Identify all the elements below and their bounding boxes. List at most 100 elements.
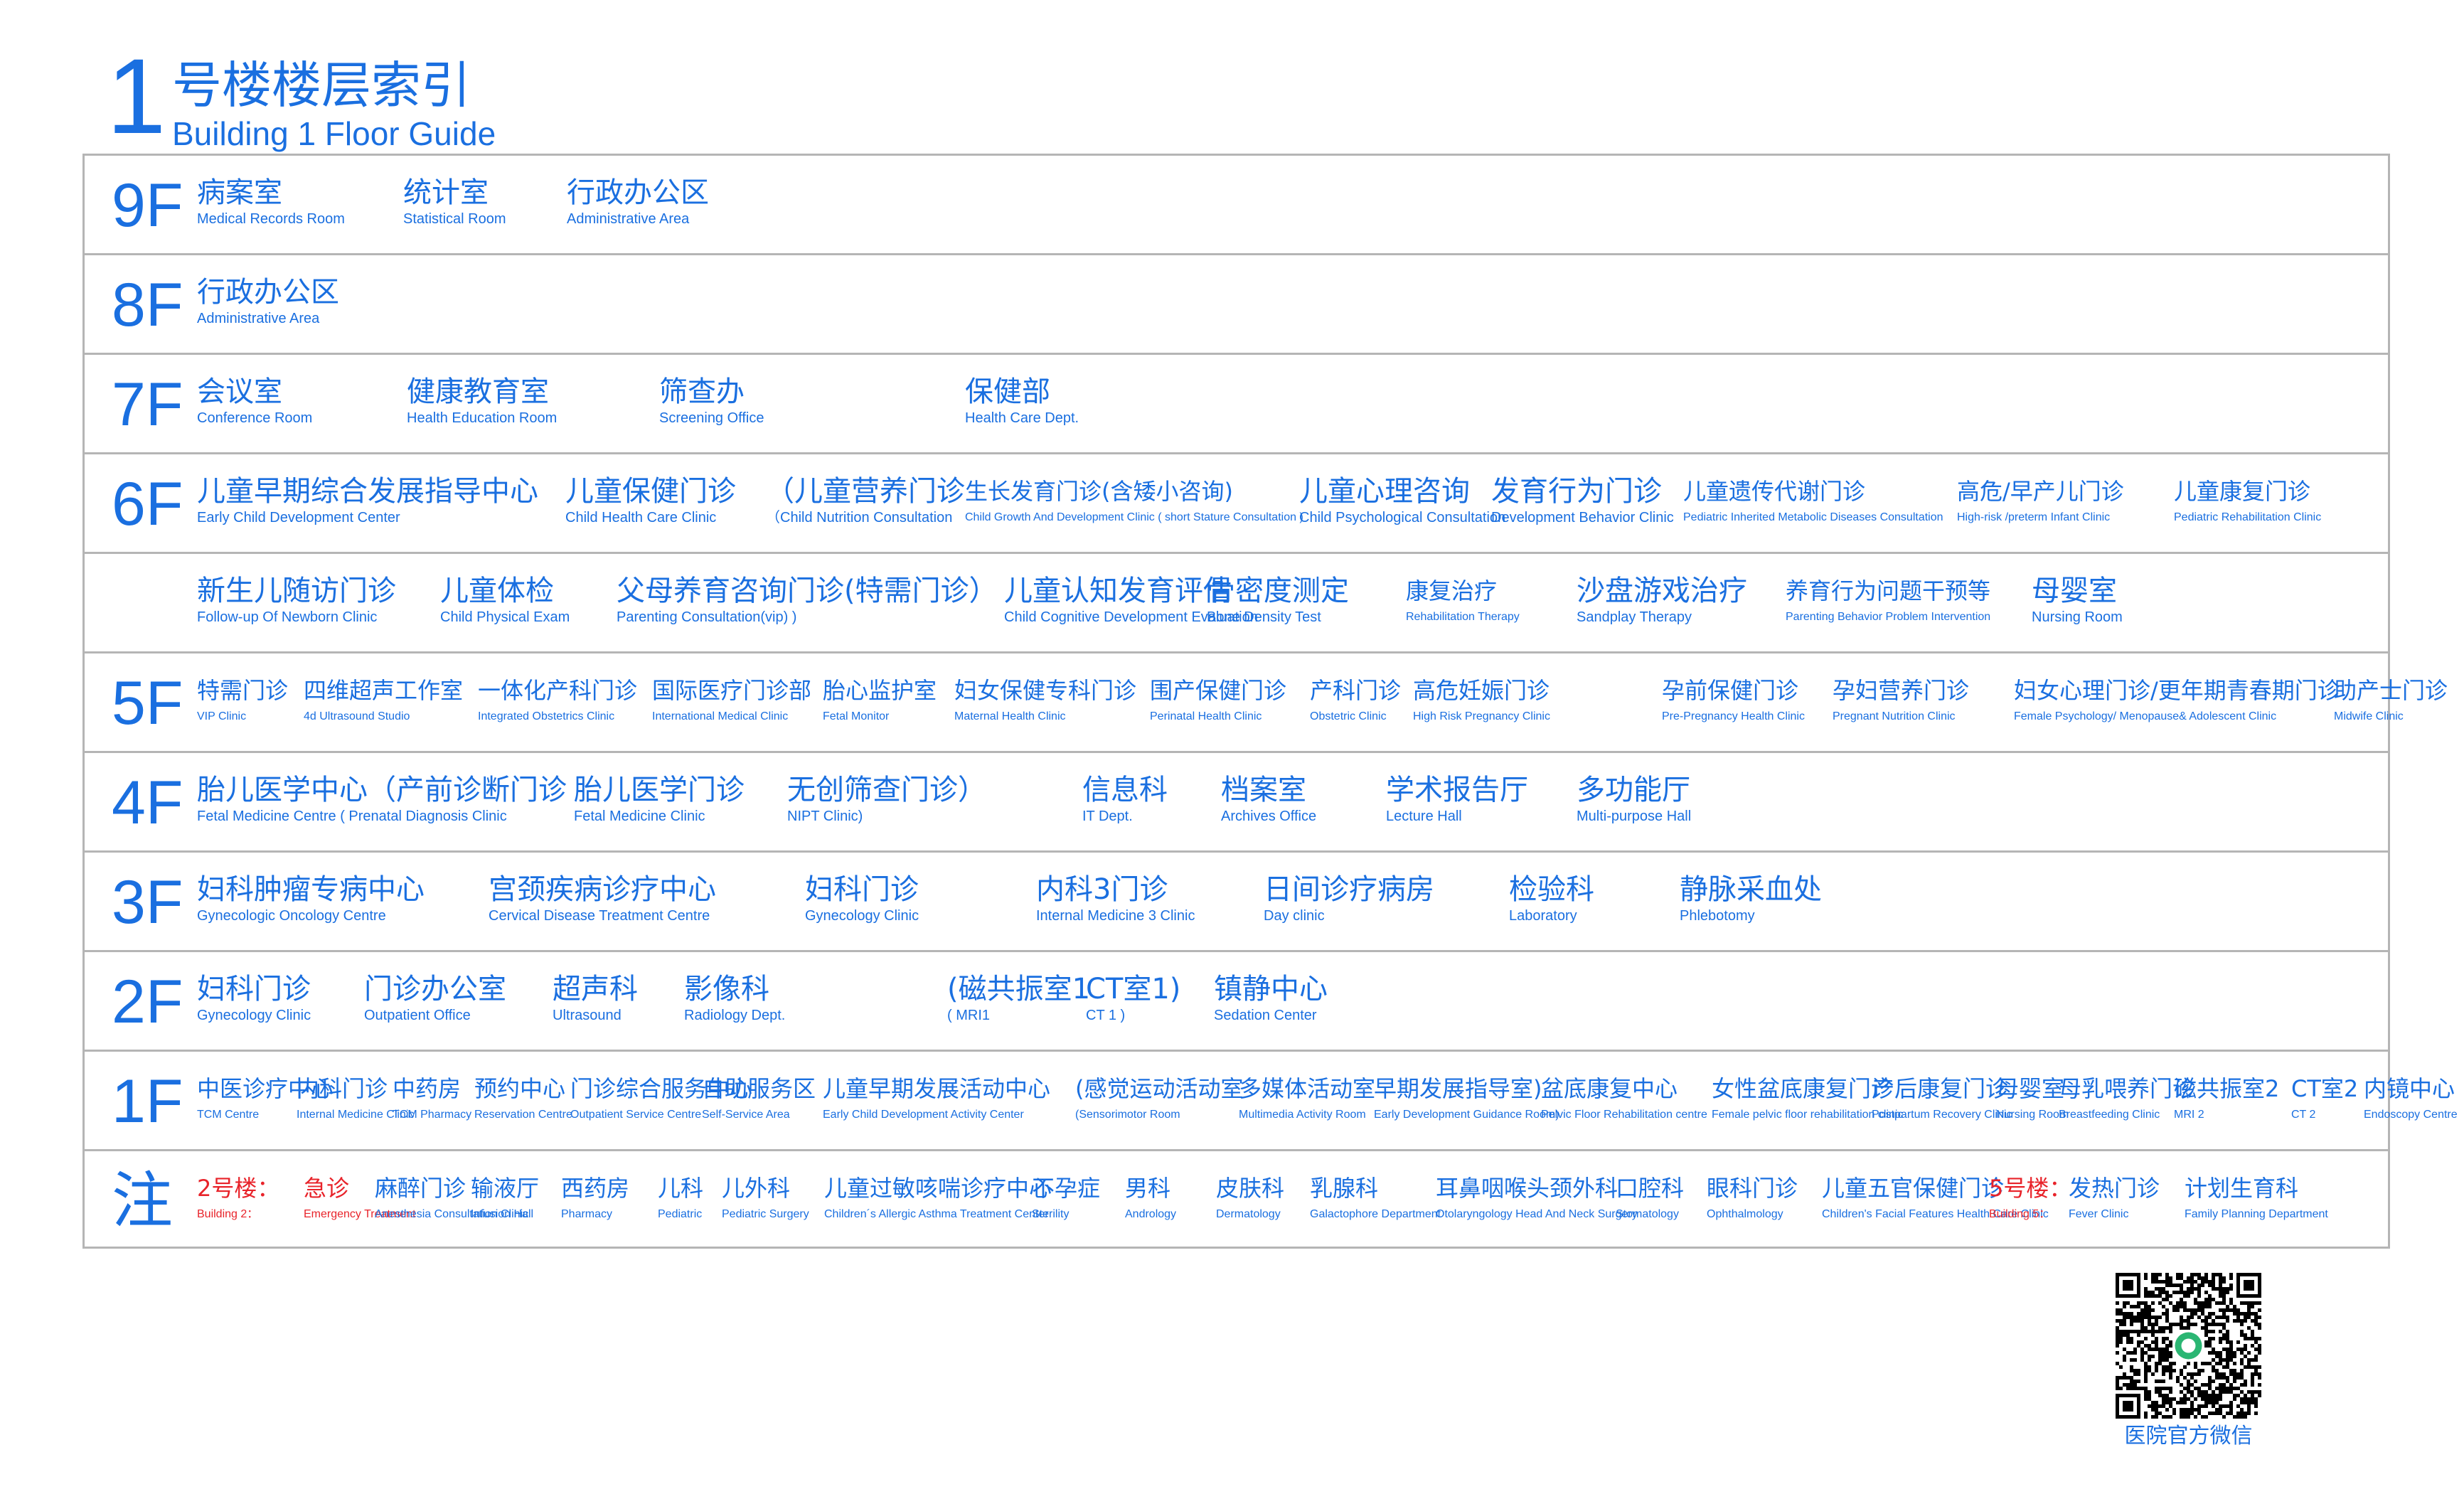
room-name-english: Children´s Allergic Asthma Treatment Cen… [824, 1208, 1049, 1220]
room-entry: 皮肤科 Dermatology [1216, 1171, 1284, 1224]
room-name-english: Perinatal Health Clinic [1150, 710, 1262, 722]
room-name-english: NIPT Clinic) [787, 809, 863, 824]
room-name-english: Family Planning Department [2185, 1208, 2328, 1220]
room-name-english: Fetal Monitor [823, 710, 890, 722]
room-name-english: Gynecology Clinic [805, 908, 919, 924]
room-name-english: ( MRI1 [947, 1008, 990, 1023]
room-name-chinese: 乳腺科 [1310, 1175, 1379, 1202]
floor-row: 3F 妇科肿瘤专病中心 Gynecologic Oncology Centre 宫颈疾… [85, 853, 2388, 952]
room-entry: 儿童早期发展活动中心 Early Child Development Activi… [823, 1072, 1050, 1124]
room-entry: 儿童保健门诊 Child Health Care Clinic [565, 474, 736, 527]
room-name-english: Laboratory [1509, 908, 1577, 924]
room-entry: 骨密度测定 Bone Density Test [1207, 574, 1349, 626]
room-name-chinese: 输液厅 [471, 1175, 540, 1202]
room-name-english: Early Child Development Center [197, 510, 400, 525]
floor-label: 1F [112, 1067, 183, 1136]
room-name-chinese: 父母养育咨询门诊(特需门诊） [617, 575, 998, 607]
room-name-english: Early Child Development Activity Center [823, 1109, 1024, 1121]
room-name-english: Female Psychology/ Menopause& Adolescent… [2014, 710, 2277, 722]
room-name-chinese: 沙盘游戏治疗 [1577, 575, 1747, 607]
room-name-english: Radiology Dept. [684, 1008, 786, 1023]
room-name-chinese: 发热门诊 [2069, 1175, 2160, 1202]
room-name-english: Outpatient Office [364, 1008, 471, 1023]
room-name-english: Lecture Hall [1386, 809, 1462, 824]
room-name-chinese: 产后康复门诊 [1872, 1075, 2009, 1102]
room-name-english: High-risk /preterm Infant Clinic [1957, 511, 2111, 523]
room-name-english: Statistical Room [403, 211, 506, 227]
room-name-english: Pediatric [658, 1208, 703, 1220]
room-name-chinese: 孕前保健门诊 [1662, 677, 1799, 704]
room-name-english: Building 5： [1989, 1208, 2051, 1220]
building-number: 1 [107, 36, 166, 156]
room-name-english: Maternal Health Clinic [954, 710, 1066, 722]
floor-row: 8F 行政办公区 Administrative Area [85, 255, 2388, 355]
room-name-chinese: 儿科 [658, 1175, 704, 1202]
title-english: Building 1 Floor Guide [172, 115, 496, 152]
room-name-chinese: 四维超声工作室 [304, 677, 464, 704]
room-entry: 儿童过敏咳喘诊疗中心 Children´s Allergic Asthma Tre… [824, 1171, 1052, 1224]
room-name-chinese: 儿童康复门诊 [2174, 478, 2311, 505]
room-name-chinese: 内科3门诊 [1036, 873, 1168, 906]
room-name-chinese: 孕妇营养门诊 [1833, 677, 1970, 704]
room-entry: 孕妇营养门诊 Pregnant Nutrition Clinic [1833, 673, 1969, 726]
room-entry: 耳鼻咽喉头颈外科 Otolaryngology Head And Neck Sur… [1436, 1171, 1638, 1224]
room-name-english: Stomatology [1616, 1208, 1679, 1220]
room-name-chinese: (磁共振室1 [947, 973, 1091, 1005]
room-name-english: Pregnant Nutrition Clinic [1833, 710, 1956, 722]
floor-row: 2F 妇科门诊 Gynecology Clinic 门诊办公室 Outpatient O… [85, 952, 2388, 1052]
room-name-english: Postpartum Recovery Clinic [1872, 1109, 2012, 1121]
room-entry: 国际医疗门诊部 International Medical Clinic [652, 673, 811, 726]
room-entry: 不孕症 Sterility [1032, 1171, 1100, 1224]
room-entry: 高危妊娠门诊 High Risk Pregnancy Clinic [1413, 673, 1550, 726]
room-name-english: Integrated Obstetrics Clinic [478, 710, 615, 722]
room-name-english: CT 1 ) [1086, 1008, 1126, 1023]
room-name-chinese: 妇科门诊 [805, 873, 919, 906]
floor-directory-board: 9F 病案室 Medical Records Room 统计室 Statistical … [82, 154, 2458, 1249]
room-entry: 预约中心 Reservation Centre [474, 1072, 572, 1124]
room-name-chinese: 男科 [1125, 1175, 1171, 1202]
room-entry: 儿外科 Pediatric Surgery [722, 1171, 809, 1224]
room-name-english: Internal Medicine 3 Clinic [1036, 908, 1195, 924]
floor-row: 新生儿随访门诊 Follow-up Of Newborn Clinic 儿童体检 Ch… [85, 554, 2388, 653]
room-entry: 男科 Andrology [1125, 1171, 1176, 1224]
room-name-english: Conference Room [197, 410, 313, 426]
room-entry: 父母养育咨询门诊(特需门诊） Parenting Consultation(vip… [617, 574, 998, 626]
room-entry: 新生儿随访门诊 Follow-up Of Newborn Clinic [197, 574, 396, 626]
room-name-chinese: 5号楼： [1989, 1175, 2072, 1202]
room-name-chinese: 母婴室 [2032, 575, 2117, 607]
room-name-chinese: 日间诊疗病房 [1264, 873, 1434, 906]
room-entry: 中药房 TCM Pharmacy [393, 1072, 471, 1124]
room-name-chinese: 信息科 [1082, 774, 1168, 806]
room-name-english: Midwife Clinic [2334, 710, 2404, 722]
room-name-english: Nursing Room [1996, 1109, 2069, 1121]
room-entry: 盆底康复中心 Pelvic Floor Rehabilitation centre [1541, 1072, 1707, 1124]
room-name-chinese: 保健部 [965, 375, 1050, 408]
room-name-chinese: 宫颈疾病诊疗中心 [489, 873, 716, 906]
room-entry: 儿童心理咨询 Child Psychological Consultation [1299, 474, 1505, 527]
room-name-chinese: 妇女心理门诊/更年期青春期门诊 [2014, 677, 2340, 704]
room-name-chinese: 无创筛查门诊） [787, 774, 986, 806]
room-name-english: Reservation Centre [474, 1109, 572, 1121]
room-name-english: Rehabilitation Therapy [1406, 611, 1520, 623]
room-name-chinese: (感觉运动活动室 [1075, 1075, 1244, 1102]
room-entry: 镇静中心 Sedation Center [1214, 972, 1328, 1025]
floor-label: 5F [112, 669, 183, 737]
room-entry: 健康教育室 Health Education Room [407, 375, 557, 427]
room-name-english: Fetal Medicine Centre ( Prenatal Diagnos… [197, 809, 507, 824]
room-entry: 妇科门诊 Gynecology Clinic [197, 972, 311, 1025]
room-name-chinese: 妇科肿瘤专病中心 [197, 873, 425, 906]
room-name-chinese: 母婴室 [1996, 1075, 2065, 1102]
room-name-english: Medical Records Room [197, 211, 345, 227]
room-entry: 儿童康复门诊 Pediatric Rehabilitation Clinic [2174, 474, 2321, 527]
room-name-chinese: 皮肤科 [1216, 1175, 1285, 1202]
room-name-english: Sterility [1032, 1208, 1070, 1220]
room-name-english: Bone Density Test [1207, 609, 1321, 625]
room-entry: 2号楼： Building 2： [197, 1171, 279, 1224]
room-name-chinese: 中药房 [393, 1075, 462, 1102]
room-entry: 筛查办 Screening Office [659, 375, 764, 427]
room-name-chinese: 计划生育科 [2185, 1175, 2299, 1202]
room-entry: 会议室 Conference Room [197, 375, 312, 427]
room-name-english: TCM Pharmacy [393, 1109, 472, 1121]
room-entry: 无创筛查门诊） NIPT Clinic) [787, 773, 986, 826]
room-entry: 母婴室 Nursing Room [2032, 574, 2123, 626]
